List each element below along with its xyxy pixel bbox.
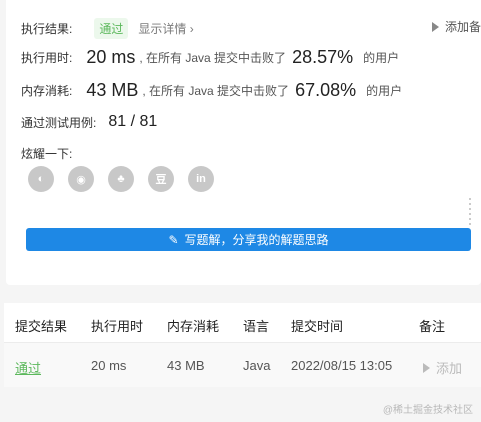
runtime-value: 20 ms	[86, 47, 136, 67]
tests-label: 通过测试用例:	[21, 115, 97, 130]
runtime-suffix: 的用户	[363, 51, 400, 65]
row-time: 2022/08/15 13:05	[291, 358, 393, 373]
row-add-note-button[interactable]: 添加	[423, 358, 462, 377]
watermark: @稀土掘金技术社区	[382, 405, 473, 416]
add-note-button[interactable]: 添加备	[431, 18, 481, 35]
tests-value: 81 / 81	[108, 113, 158, 130]
douban-icon[interactable]: 豆	[148, 166, 174, 192]
weibo-icon[interactable]: ◉	[68, 166, 94, 192]
header-note: 备注	[419, 319, 446, 334]
submissions-table: 提交结果 执行用时 内存消耗 语言 提交时间 备注 通过 20 ms 43 MB…	[4, 303, 481, 387]
memory-prefix: , 在所有 Java 提交中击败了	[142, 84, 290, 98]
add-note-label: 添加备	[444, 20, 481, 34]
write-solution-button[interactable]: ✎ 写题解，分享我的解题思路	[26, 228, 471, 251]
status-badge: 通过	[94, 18, 129, 39]
social-share-icons: ◐ ◉ ♣ 豆 in	[28, 166, 214, 192]
row-language: Java	[243, 358, 271, 373]
result-label: 执行结果:	[21, 22, 73, 36]
row-runtime: 20 ms	[91, 358, 127, 373]
share-label-row: 炫耀一下:	[21, 145, 72, 162]
pencil-icon: ✎	[168, 232, 179, 247]
runtime-label: 执行用时:	[21, 51, 73, 65]
header-runtime: 执行用时	[91, 319, 144, 334]
memory-percent: 67.08%	[295, 80, 357, 100]
result-card: 执行结果: 通过 显示详情 › 添加备 执行用时: 20 ms , 在所有 Ja…	[6, 0, 481, 285]
table-header: 提交结果 执行用时 内存消耗 语言 提交时间 备注	[4, 303, 481, 343]
memory-suffix: 的用户	[366, 84, 403, 98]
runtime-row: 执行用时: 20 ms , 在所有 Java 提交中击败了 28.57% 的用户	[21, 47, 399, 68]
table-row[interactable]: 通过 20 ms 43 MB Java 2022/08/15 13:05 添加	[4, 343, 481, 387]
memory-label: 内存消耗:	[21, 84, 73, 98]
header-memory: 内存消耗	[167, 319, 220, 334]
linkedin-icon[interactable]: in	[188, 166, 214, 192]
header-result: 提交结果	[15, 319, 68, 334]
play-icon	[423, 362, 430, 373]
header-time: 提交时间	[291, 319, 344, 334]
share-label: 炫耀一下:	[21, 147, 73, 161]
wechat-icon[interactable]: ◐	[28, 166, 54, 192]
play-icon	[431, 21, 439, 32]
runtime-percent: 28.57%	[292, 47, 354, 67]
header-language: 语言	[243, 319, 270, 334]
drag-handle-icon[interactable]	[469, 198, 471, 225]
show-details-link[interactable]: 显示详情 ›	[138, 20, 193, 37]
runtime-prefix: , 在所有 Java 提交中击败了	[139, 51, 287, 65]
qq-icon[interactable]: ♣	[108, 166, 134, 192]
memory-value: 43 MB	[86, 80, 139, 100]
row-memory: 43 MB	[167, 358, 205, 373]
result-row: 执行结果: 通过 显示详情 ›	[21, 18, 194, 39]
tests-row: 通过测试用例: 81 / 81	[21, 113, 157, 131]
row-result[interactable]: 通过	[15, 358, 41, 377]
write-solution-label: 写题解，分享我的解题思路	[184, 233, 329, 247]
memory-row: 内存消耗: 43 MB , 在所有 Java 提交中击败了 67.08% 的用户	[21, 80, 402, 101]
